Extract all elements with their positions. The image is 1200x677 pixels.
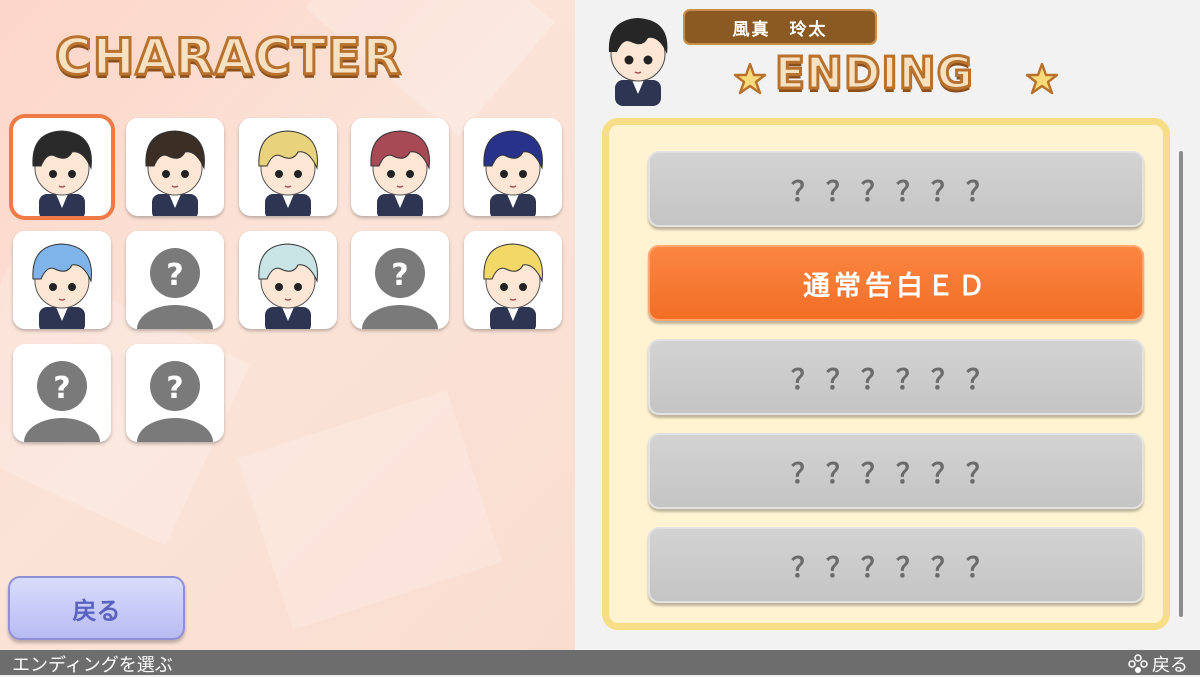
ending-item-label: ？？？？？？ <box>791 458 1001 490</box>
character-tile[interactable] <box>239 118 337 216</box>
footer-bar: エンディングを選ぶ 戻る <box>0 650 1200 677</box>
back-button[interactable]: 戻る <box>8 576 185 640</box>
locked-silhouette-icon <box>137 248 213 329</box>
character-tile[interactable] <box>239 231 337 329</box>
character-portrait-icon <box>483 130 543 216</box>
ending-item-label: 通常告白ＥＤ <box>803 270 989 302</box>
ending-panel: 風真 玲太 ENDING ？？？？？？ 通常告白ＥＤ？？？？？？？？？？？？？？？… <box>575 0 1200 650</box>
controller-buttons-icon <box>1128 654 1148 673</box>
ending-item-locked[interactable]: ？？？？？？ <box>648 433 1144 509</box>
character-portrait-icon <box>370 130 430 216</box>
character-portrait-icon <box>32 243 92 329</box>
ending-list: ？？？？？？ 通常告白ＥＤ ？？？？？？ ？？？？？？ ？？？？？？ <box>602 118 1183 630</box>
star-icon <box>1025 62 1059 95</box>
character-portrait-icon <box>32 130 92 216</box>
character-title: CHARACTER <box>54 27 403 88</box>
character-name-tag: 風真 玲太 <box>683 9 877 45</box>
ending-item-selected[interactable]: 通常告白ＥＤ <box>648 245 1144 321</box>
character-select-panel: CHARACTER ???? 戻る <box>0 0 575 650</box>
character-tile[interactable] <box>13 231 111 329</box>
ending-item-label: ？？？？？？ <box>791 364 1001 396</box>
character-tile[interactable] <box>126 118 224 216</box>
character-tile-locked[interactable]: ? <box>126 344 224 442</box>
footer-back-label: 戻る <box>1152 655 1188 676</box>
character-tile[interactable] <box>13 118 111 216</box>
ending-item-label: ？？？？？？ <box>791 552 1001 584</box>
ending-item-locked[interactable]: ？？？？？？ <box>648 339 1144 415</box>
character-portrait-icon <box>258 130 318 216</box>
character-tile-locked[interactable]: ? <box>13 344 111 442</box>
character-tile[interactable] <box>351 118 449 216</box>
character-tile-locked[interactable]: ? <box>351 231 449 329</box>
character-tile[interactable] <box>464 231 562 329</box>
footer-hint: エンディングを選ぶ <box>12 655 173 676</box>
background-facet <box>237 390 503 630</box>
ending-item-label: ？？？？？？ <box>791 176 1001 208</box>
character-tile[interactable] <box>464 118 562 216</box>
ending-title: ENDING <box>774 47 975 101</box>
character-portrait-icon <box>145 130 205 216</box>
character-portrait-icon <box>258 243 318 329</box>
character-tile-locked[interactable]: ? <box>126 231 224 329</box>
ending-item-locked[interactable]: ？？？？？？ <box>648 527 1144 603</box>
locked-silhouette-icon <box>24 361 100 442</box>
scrollbar[interactable] <box>1179 151 1183 617</box>
character-portrait-icon <box>483 243 543 329</box>
star-icon <box>733 62 767 95</box>
footer-back-control[interactable]: 戻る <box>1128 651 1188 677</box>
ending-item-locked[interactable]: ？？？？？？ <box>648 151 1144 227</box>
locked-silhouette-icon <box>137 361 213 442</box>
locked-silhouette-icon <box>362 248 438 329</box>
selected-character-portrait <box>608 18 668 106</box>
